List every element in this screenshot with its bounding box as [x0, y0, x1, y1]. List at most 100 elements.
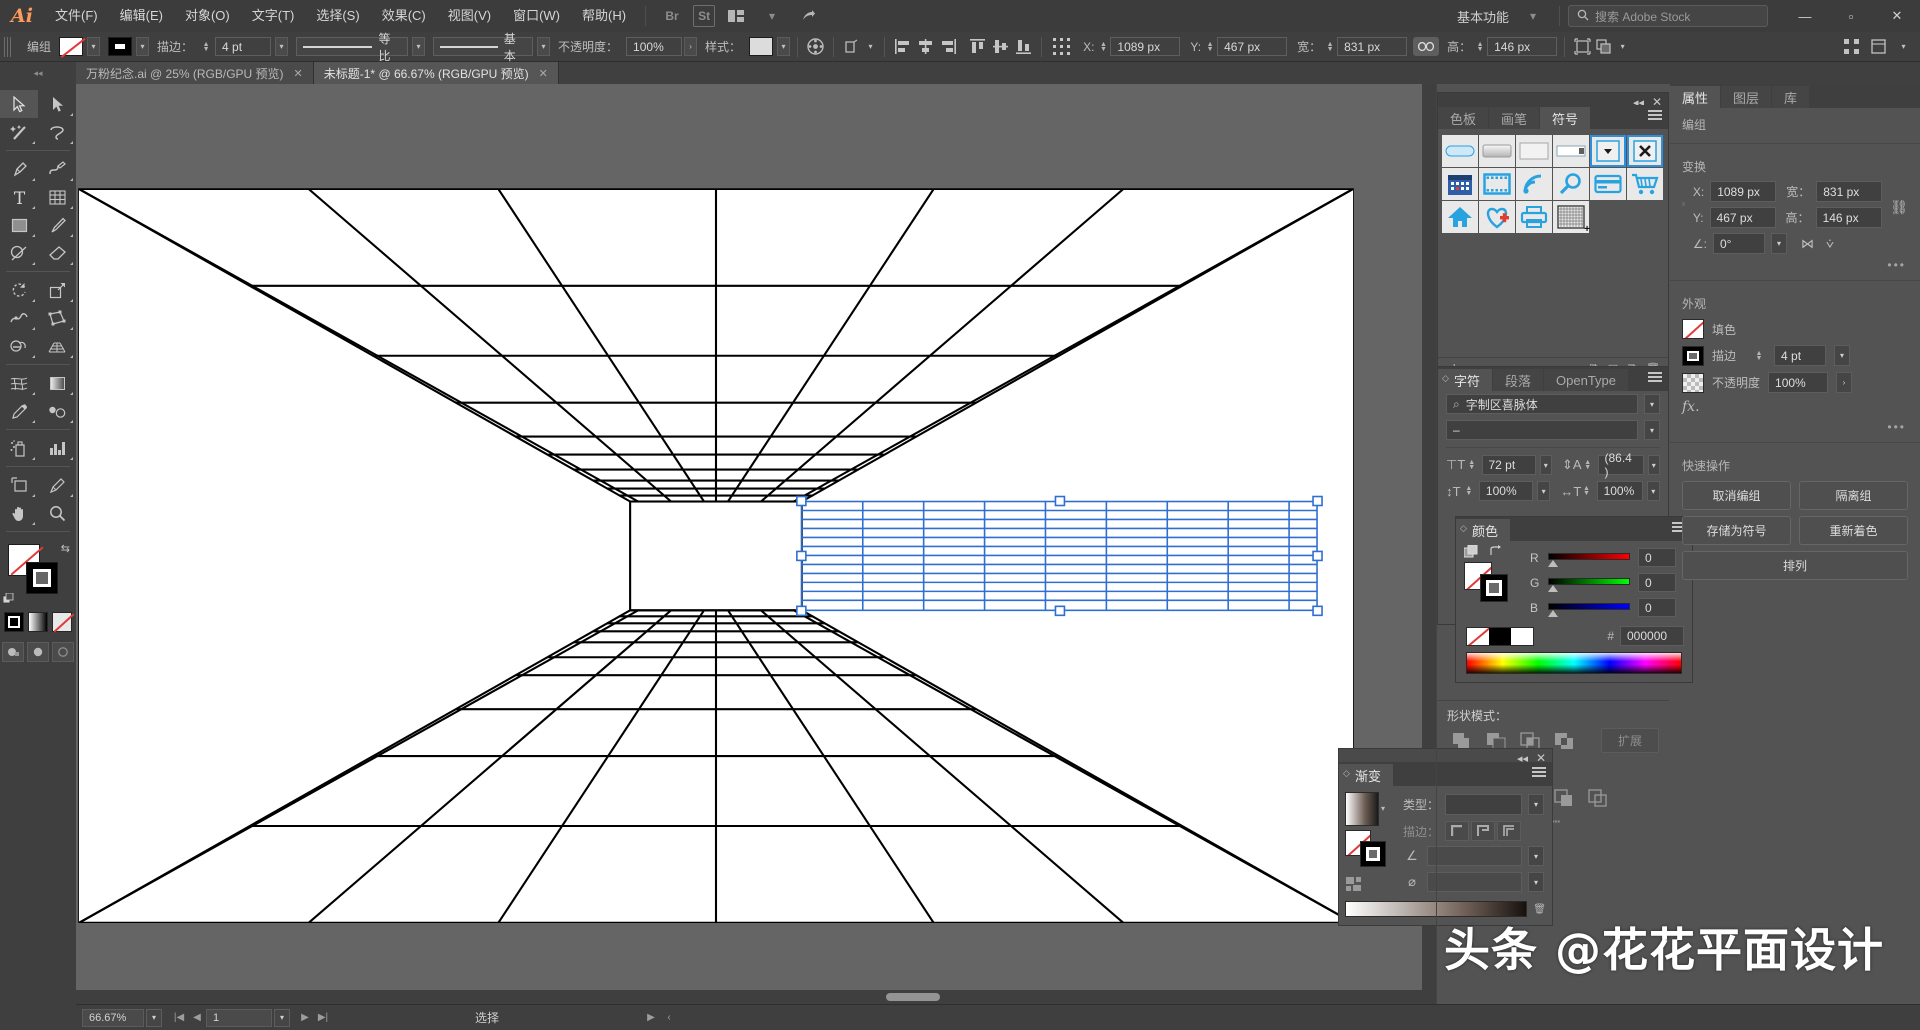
panel-menu-icon[interactable]: [1532, 767, 1546, 779]
zoom-tool[interactable]: [38, 499, 76, 527]
gradient-tool[interactable]: [38, 369, 76, 397]
align-top-icon[interactable]: [967, 36, 988, 57]
pathfinder-crop-icon[interactable]: [1549, 786, 1579, 810]
prop-stroke-weight-input[interactable]: 4 pt: [1774, 345, 1827, 366]
slice-tool[interactable]: [38, 471, 76, 499]
symbol-close-x[interactable]: [1627, 135, 1663, 167]
save-as-symbol-button[interactable]: 存储为符号: [1682, 516, 1791, 545]
font-size-chevron-down-icon[interactable]: ▾: [1539, 455, 1552, 475]
vertical-scale-input[interactable]: 100%: [1478, 481, 1533, 501]
brush-definition-control[interactable]: 基本 ▾: [433, 32, 551, 63]
stroke-color-swatch[interactable]: [26, 562, 58, 594]
stock-search-box[interactable]: 搜索 Adobe Stock: [1568, 5, 1768, 27]
gradient-delete-stop-icon[interactable]: 🗑: [1533, 904, 1546, 915]
direct-selection-tool[interactable]: [38, 90, 76, 118]
stroke-weight-chevron-down-icon[interactable]: ▾: [275, 37, 289, 56]
vertical-scale-chevron-down-icon[interactable]: ▾: [1536, 481, 1551, 501]
prop-width-input[interactable]: 831 px: [1816, 181, 1883, 202]
slider-track-b[interactable]: [1548, 603, 1630, 617]
share-icon[interactable]: [793, 5, 823, 27]
symbol-sprayer-tool[interactable]: [0, 434, 38, 462]
fill-control[interactable]: ▾: [59, 37, 101, 56]
tab-opentype[interactable]: OpenType: [1544, 369, 1629, 391]
align-center-horizontal-icon[interactable]: [915, 36, 936, 57]
appearance-stroke-swatch[interactable]: [1682, 345, 1704, 366]
flip-horizontal-icon[interactable]: ⋈: [1801, 236, 1814, 252]
fx-icon[interactable]: fx.: [1682, 399, 1700, 415]
height-stepper[interactable]: ▲ ▼: [1475, 41, 1485, 53]
menu-file[interactable]: 文件(F): [44, 0, 109, 32]
full-screen-menu-mode-icon[interactable]: [27, 642, 49, 662]
vertical-scale-stepper[interactable]: ▲ ▼: [1465, 485, 1473, 497]
table-tool[interactable]: [38, 183, 76, 211]
swap-colors-icon[interactable]: [1489, 545, 1503, 558]
window-minimize-button[interactable]: —: [1782, 0, 1828, 32]
isolate-group-button[interactable]: 隔离组: [1799, 481, 1908, 510]
tab-paragraph[interactable]: 段落: [1493, 369, 1544, 391]
height-input[interactable]: 146 px: [1487, 37, 1558, 56]
prop-opacity-expand-icon[interactable]: ›: [1836, 372, 1853, 393]
stroke-weight-stepper[interactable]: ▲ ▼: [201, 41, 211, 53]
symbol-dropdown[interactable]: [1590, 135, 1626, 167]
flip-vertical-icon[interactable]: ⩒: [1826, 236, 1834, 252]
stroke-profile-select[interactable]: 等比: [296, 32, 409, 63]
artboard[interactable]: [78, 188, 1354, 923]
color-swatch[interactable]: [4, 612, 24, 632]
color-spectrum[interactable]: [1466, 652, 1682, 674]
selection-tool[interactable]: [0, 90, 38, 118]
none-swatch[interactable]: [52, 612, 72, 632]
stroke-chevron-down-icon[interactable]: ▾: [136, 37, 150, 56]
previous-artboard-icon[interactable]: ◀: [188, 1012, 206, 1023]
type-tool[interactable]: T: [0, 183, 38, 211]
white-swatch[interactable]: [1511, 627, 1533, 645]
status-expand-icon[interactable]: ‹: [660, 1012, 678, 1023]
hex-input[interactable]: 000000: [1620, 626, 1684, 646]
panel-grip-icon[interactable]: ◇: [1442, 373, 1449, 384]
arrange-button[interactable]: 排列: [1682, 551, 1908, 580]
transform-chevron-down-icon[interactable]: ▾: [864, 37, 877, 56]
gradient-reverse-icon[interactable]: [1345, 876, 1369, 892]
tab-brushes[interactable]: 画笔: [1489, 107, 1540, 129]
prop-stroke-stepper[interactable]: ▲ ▼: [1754, 350, 1764, 362]
first-artboard-icon[interactable]: |◀: [170, 1012, 188, 1023]
symbol-printer[interactable]: [1516, 201, 1552, 233]
arrange-objects-icon[interactable]: [1593, 36, 1614, 57]
slider-track-g[interactable]: [1548, 578, 1630, 592]
ungroup-button[interactable]: 取消编组: [1682, 481, 1791, 510]
opacity-input[interactable]: 100%: [626, 37, 683, 56]
window-close-button[interactable]: ✕: [1874, 0, 1920, 32]
gradient-stroke-within-icon[interactable]: [1445, 821, 1470, 841]
fill-swatch[interactable]: [59, 37, 84, 56]
stroke-weight-control[interactable]: ▲ ▼ 4 pt ▾: [201, 37, 289, 56]
shaper-tool[interactable]: [0, 239, 38, 267]
slider-thumb-b[interactable]: [1548, 610, 1558, 617]
align-artboard-icon[interactable]: [1841, 36, 1862, 57]
gradient-aspect-chevron-down-icon[interactable]: ▾: [1528, 872, 1544, 892]
status-play-icon[interactable]: ▶: [642, 1012, 660, 1023]
opacity-checker-icon[interactable]: [1682, 372, 1704, 393]
canvas-area[interactable]: [76, 84, 1436, 1004]
gradient-aspect-input[interactable]: [1427, 872, 1522, 892]
arrange-chevron-down-icon[interactable]: ▾: [757, 5, 787, 27]
slider-track-r[interactable]: [1548, 553, 1630, 567]
slider-thumb-g[interactable]: [1548, 585, 1558, 592]
x-stepper[interactable]: ▲ ▼: [1098, 41, 1108, 53]
eraser-tool[interactable]: [38, 239, 76, 267]
bridge-icon[interactable]: Br: [657, 5, 687, 27]
slider-thumb-r[interactable]: [1548, 560, 1558, 567]
align-center-vertical-icon[interactable]: [990, 36, 1011, 57]
black-swatch[interactable]: [1489, 627, 1511, 645]
swap-fill-stroke-icon[interactable]: ⇆: [61, 542, 70, 555]
stroke-swatch[interactable]: [108, 37, 133, 56]
recolor-button[interactable]: 重新着色: [1799, 516, 1908, 545]
workspace-chevron-down-icon[interactable]: ▾: [1518, 5, 1548, 27]
last-artboard-icon[interactable]: ▶|: [314, 1012, 332, 1023]
symbol-film[interactable]: [1479, 168, 1515, 200]
pathfinder-exclude-icon[interactable]: [1549, 729, 1579, 753]
leading-input[interactable]: (86.4 ): [1597, 451, 1644, 479]
artboard-chevron-down-icon[interactable]: ▾: [274, 1008, 290, 1027]
font-size-input[interactable]: 72 pt: [1481, 455, 1536, 475]
align-left-icon[interactable]: [892, 36, 913, 57]
panel-menu-icon[interactable]: [1648, 110, 1662, 122]
canvas-horizontal-scrollbar[interactable]: [76, 990, 1436, 1004]
